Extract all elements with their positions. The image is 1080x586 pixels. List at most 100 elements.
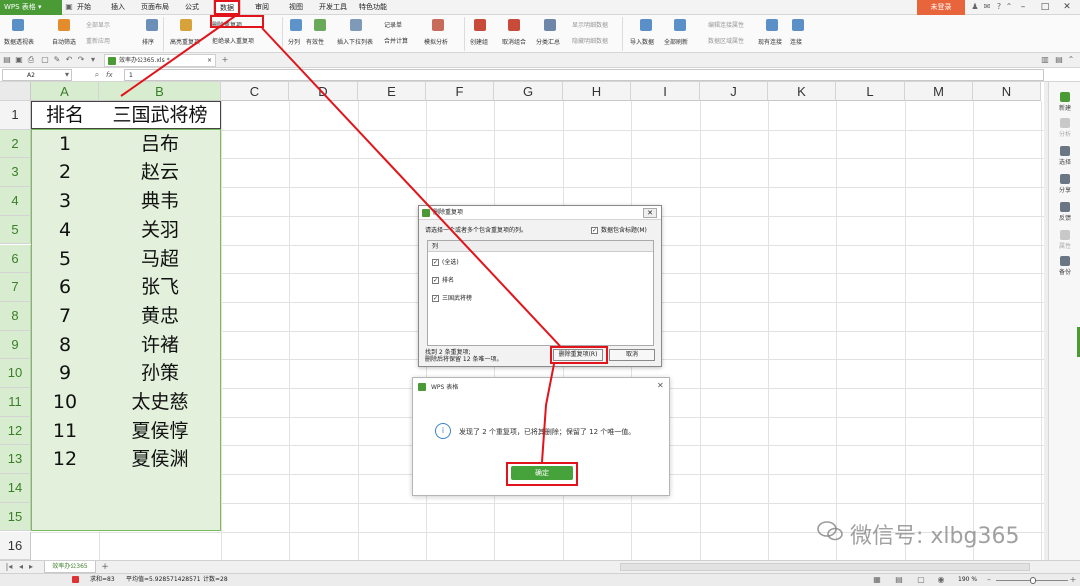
print-icon[interactable]: ⎙ (26, 55, 36, 65)
app-menu-button[interactable]: WPS 表格 ▾ (0, 0, 62, 15)
tab-formulas[interactable]: 公式 (180, 0, 204, 15)
cell-general-name[interactable]: 吕布 (99, 130, 221, 159)
cell-rank[interactable]: 9 (31, 359, 99, 388)
cell-rank[interactable]: 6 (31, 273, 99, 302)
ribbon-import-data[interactable]: 导入数据 (630, 37, 654, 46)
column-item-select-all[interactable]: ✓ (全选) (432, 257, 459, 266)
page-break-view-icon[interactable]: ▤ (894, 575, 904, 585)
ribbon-group[interactable]: 创建组 (470, 37, 488, 46)
cell-a1[interactable]: 排名 (31, 102, 99, 129)
row-header-1[interactable]: 1 (0, 101, 31, 130)
cell-general-name[interactable]: 夏侯渊 (99, 445, 221, 474)
column-header-c[interactable]: C (221, 82, 289, 101)
ribbon-subtotal[interactable]: 分类汇总 (536, 37, 560, 46)
dialog-close-button[interactable]: ✕ (643, 208, 657, 218)
row-header-3[interactable]: 3 (0, 158, 31, 188)
maximize-button[interactable]: □ (1036, 0, 1054, 15)
zoom-out-icon[interactable]: – (984, 575, 994, 585)
cell-rank[interactable]: 7 (31, 302, 99, 331)
zoom-icon[interactable]: ⌕ (92, 70, 102, 80)
collapse-icon[interactable]: ⌃ (1066, 55, 1076, 65)
row-header-10[interactable]: 10 (0, 359, 31, 388)
column-header-b[interactable]: B (99, 82, 221, 101)
row-header-11[interactable]: 11 (0, 388, 31, 417)
cell-general-name[interactable]: 关羽 (99, 216, 221, 245)
next-sheet-icon[interactable]: ▸ (26, 562, 36, 572)
more-icon[interactable]: ⌃ (1004, 2, 1014, 12)
row-header-15[interactable]: 15 (0, 502, 31, 532)
column-header-a[interactable]: A (31, 82, 99, 101)
list-icon[interactable]: ▤ (1054, 55, 1064, 65)
column-header-k[interactable]: K (768, 82, 836, 101)
ribbon-pivot-table[interactable]: 数据透视表 (4, 37, 34, 46)
row-header-5[interactable]: 5 (0, 215, 31, 245)
ribbon-hide-detail[interactable]: 隐藏明细数据 (572, 36, 608, 45)
save-icon[interactable]: ▣ (14, 55, 24, 65)
cell-general-name[interactable]: 黄忠 (99, 302, 221, 331)
ribbon-insert-dropdown[interactable]: 插入下拉列表 (337, 37, 373, 46)
ribbon-show-all[interactable]: 全部显示 (86, 20, 110, 29)
row-header-9[interactable]: 9 (0, 330, 31, 360)
data-has-header-checkbox[interactable]: ✓ 数据包含标题(M) (591, 225, 647, 234)
sheet-tab-active[interactable]: 效率办公365 (44, 561, 96, 573)
tab-review[interactable]: 审阅 (250, 0, 274, 15)
page-layout-view-icon[interactable]: ▢ (916, 575, 926, 585)
redo-icon[interactable]: ↷ (76, 55, 86, 65)
format-painter-icon[interactable]: ✎ (52, 55, 62, 65)
cell-rank[interactable]: 12 (31, 445, 99, 474)
cancel-button[interactable]: 取消 (609, 349, 655, 361)
ribbon-validation[interactable]: 有效性 (306, 37, 324, 46)
column-header-m[interactable]: M (905, 82, 973, 101)
column-header-g[interactable]: G (494, 82, 563, 101)
ribbon-consolidate[interactable]: 合并计算 (384, 36, 408, 45)
horizontal-scrollbar[interactable] (620, 563, 1030, 571)
sidebar-feedback[interactable]: 反馈 (1049, 202, 1080, 222)
column-header-l[interactable]: L (836, 82, 905, 101)
cell-general-name[interactable]: 张飞 (99, 273, 221, 302)
skin-icon[interactable]: ♟ (970, 2, 980, 12)
sidebar-analysis[interactable]: 分析 (1049, 118, 1080, 138)
customize-icon[interactable]: ▾ (88, 55, 98, 65)
cell-rank[interactable]: 10 (31, 388, 99, 417)
close-window-button[interactable]: ✕ (1058, 0, 1076, 15)
first-sheet-icon[interactable]: |◂ (4, 562, 14, 572)
column-item-name[interactable]: ✓ 三国武将榜 (432, 293, 472, 302)
cell-general-name[interactable]: 许褚 (99, 331, 221, 360)
ribbon-connection[interactable]: 连接 (790, 37, 802, 46)
cell-rank[interactable]: 3 (31, 187, 99, 216)
cell-rank[interactable]: 1 (31, 130, 99, 159)
row-header-16[interactable]: 16 (0, 531, 31, 560)
open-icon[interactable]: ▤ (2, 55, 12, 65)
login-button[interactable]: 未登录 (917, 0, 965, 15)
document-tab[interactable]: 效率办公365.xls * × (104, 54, 216, 67)
sidebar-new[interactable]: 新建 (1049, 92, 1080, 112)
column-header-e[interactable]: E (358, 82, 426, 101)
ribbon-connection-props[interactable]: 编辑连接属性 (708, 20, 744, 29)
cell-general-name[interactable]: 马超 (99, 245, 221, 274)
ribbon-refresh-all[interactable]: 全部刷新 (664, 37, 688, 46)
cell-rank[interactable]: 2 (31, 158, 99, 187)
undo-icon[interactable]: ↶ (64, 55, 74, 65)
ribbon-existing-connection[interactable]: 现有连接 (758, 37, 782, 46)
ribbon-text-to-columns[interactable]: 分列 (288, 37, 300, 46)
row-header-12[interactable]: 12 (0, 416, 31, 446)
ribbon-highlight-duplicates[interactable]: 高亮重复项 (170, 37, 200, 46)
ribbon-reject-duplicates[interactable]: 拒绝录入重复项 (212, 36, 254, 45)
row-header-4[interactable]: 4 (0, 187, 31, 216)
ribbon-auto-filter[interactable]: 自动筛选 (52, 37, 76, 46)
column-header-f[interactable]: F (426, 82, 494, 101)
tab-developer[interactable]: 开发工具 (316, 0, 350, 15)
column-item-rank[interactable]: ✓ 排名 (432, 275, 454, 284)
normal-view-icon[interactable]: ▦ (872, 575, 882, 585)
ribbon-ungroup[interactable]: 取消组合 (502, 37, 526, 46)
cell-rank[interactable]: 4 (31, 216, 99, 245)
tab-view[interactable]: 视图 (284, 0, 308, 15)
reading-view-icon[interactable]: ◉ (936, 575, 946, 585)
close-tab-icon[interactable]: × (207, 55, 212, 67)
minimize-button[interactable]: – (1014, 0, 1032, 15)
ribbon-range-props[interactable]: 数据区域属性 (708, 36, 744, 45)
row-header-2[interactable]: 2 (0, 129, 31, 159)
row-header-13[interactable]: 13 (0, 445, 31, 475)
sidebar-select[interactable]: 选择 (1049, 146, 1080, 166)
chevron-down-icon[interactable]: ▾ (62, 70, 72, 80)
